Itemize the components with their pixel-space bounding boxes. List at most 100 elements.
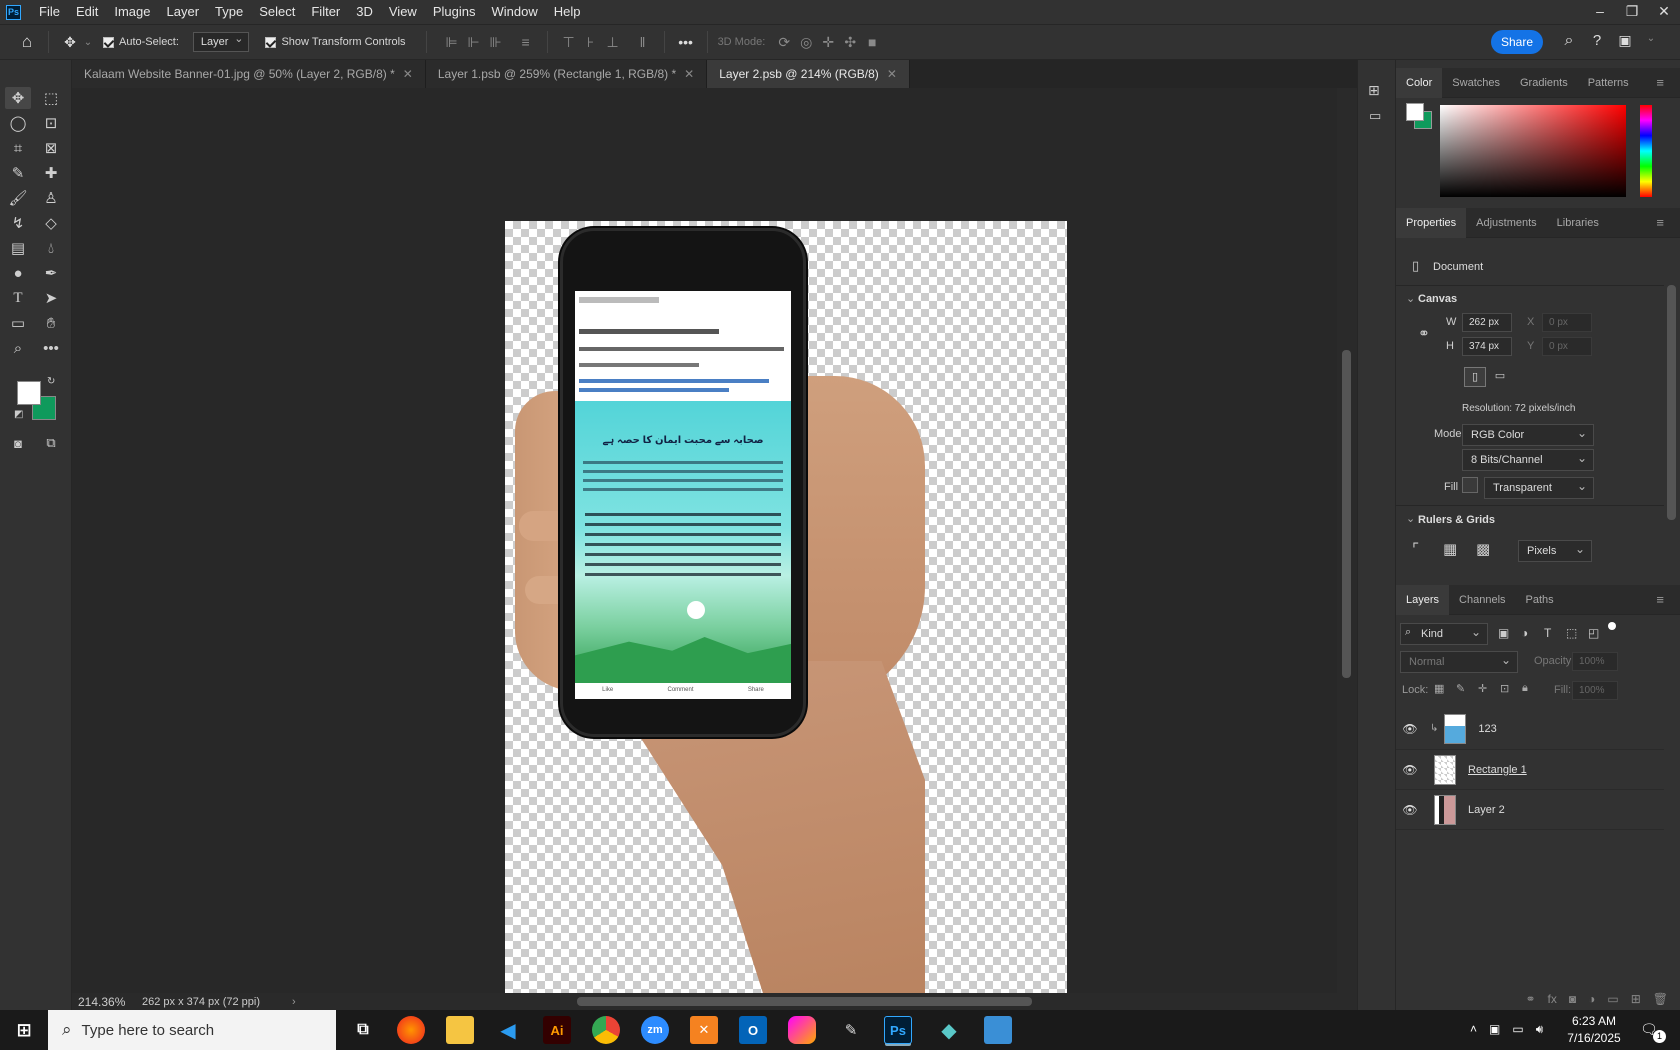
lock-pixels-icon[interactable]: ✎ — [1456, 682, 1465, 695]
horizontal-scrollbar[interactable] — [315, 993, 1357, 1010]
brush-tool-icon[interactable]: 🖌︎ — [5, 187, 31, 209]
workspace-icon[interactable]: ▣ — [1614, 32, 1636, 49]
marquee-tool-icon[interactable]: ⬚ — [38, 87, 64, 109]
menu-view[interactable]: View — [381, 0, 425, 24]
lock-artboard-icon[interactable]: ⊡ — [1500, 682, 1509, 695]
menu-plugins[interactable]: Plugins — [425, 0, 484, 24]
add-mask-icon[interactable]: ◙ — [1569, 992, 1576, 1006]
menu-edit[interactable]: Edit — [68, 0, 106, 24]
crop-tool-icon[interactable]: ⌗ — [5, 137, 31, 159]
rulers-grids-title[interactable]: Rulers & Grids — [1418, 514, 1495, 526]
delete-layer-icon[interactable]: 🗑︎ — [1653, 992, 1668, 1006]
align-top-icon[interactable]: ⊤ — [558, 34, 580, 51]
swap-colors-icon[interactable]: ↻ — [47, 376, 55, 387]
show-transform-controls-checkbox[interactable]: Show Transform Controls — [265, 36, 406, 48]
illustrator-icon[interactable]: Ai — [543, 1016, 571, 1044]
menu-select[interactable]: Select — [251, 0, 303, 24]
restore-button[interactable]: ❐ — [1616, 0, 1648, 24]
menu-layer[interactable]: Layer — [159, 0, 208, 24]
chevron-down-icon[interactable]: ⌄ — [1406, 292, 1415, 305]
chrome-icon[interactable] — [592, 1016, 620, 1044]
chevron-down-icon[interactable]: ⌄ — [1406, 512, 1415, 525]
search-icon[interactable]: ⌕ — [1558, 32, 1580, 50]
adjustment-layer-icon[interactable]: ◑ — [1588, 992, 1595, 1006]
close-button[interactable]: ✕ — [1648, 0, 1680, 24]
pen-app-icon[interactable]: ✎ — [837, 1016, 865, 1044]
visibility-eye-icon[interactable]: 👁︎ — [1396, 803, 1424, 817]
vscode-icon[interactable]: ◀ — [494, 1016, 522, 1044]
close-tab-icon[interactable]: ✕ — [403, 67, 413, 81]
width-input[interactable]: 262 px — [1462, 313, 1512, 332]
tab-patterns[interactable]: Patterns — [1578, 68, 1639, 98]
object-select-tool-icon[interactable]: ⊡ — [38, 112, 64, 134]
tab-libraries[interactable]: Libraries — [1547, 208, 1609, 238]
grid-icon[interactable]: ▦ — [1443, 540, 1457, 558]
link-layers-icon[interactable]: ⚭ — [1525, 992, 1535, 1006]
outlook-icon[interactable]: O — [739, 1016, 767, 1044]
default-colors-icon[interactable]: ◩ — [14, 409, 23, 420]
eraser-tool-icon[interactable]: ◇ — [38, 212, 64, 234]
help-icon[interactable]: ? — [1586, 32, 1608, 49]
scroll-thumb[interactable] — [577, 997, 1032, 1006]
close-tab-icon[interactable]: ✕ — [887, 67, 897, 81]
fx-icon[interactable]: fx — [1548, 992, 1557, 1006]
eyedropper-tool-icon[interactable]: ✎ — [5, 162, 31, 184]
color-picker-field[interactable] — [1440, 105, 1626, 197]
history-icon[interactable]: ⊞ — [1368, 82, 1380, 99]
file-explorer-icon[interactable] — [446, 1016, 474, 1044]
link-icon[interactable]: ⚭ — [1418, 325, 1430, 342]
panel-menu-icon[interactable]: ≡ — [1646, 208, 1674, 238]
home-icon[interactable]: ⌂ — [16, 32, 38, 52]
properties-scrollbar[interactable] — [1667, 285, 1676, 520]
lock-all-icon[interactable]: 🔒︎ — [1522, 682, 1528, 695]
tab-color[interactable]: Color — [1396, 67, 1443, 98]
layer-row-layer-2[interactable]: 👁︎ Layer 2 — [1396, 790, 1664, 830]
firefox-icon[interactable] — [397, 1016, 425, 1044]
menu-3d[interactable]: 3D — [348, 0, 381, 24]
xampp-icon[interactable]: ✕ — [690, 1016, 718, 1044]
guides-icon[interactable]: ▩ — [1476, 540, 1490, 558]
panel-menu-icon[interactable]: ≡ — [1646, 585, 1674, 615]
quick-mask-icon[interactable]: ◙ — [5, 432, 31, 454]
filter-smart-object-icon[interactable]: ◰ — [1588, 626, 1599, 640]
align-bottom-icon[interactable]: ⊥ — [602, 34, 624, 51]
auto-select-target-dropdown[interactable]: Layer — [192, 32, 250, 52]
minimize-button[interactable]: – — [1584, 0, 1616, 24]
bit-depth-dropdown[interactable]: 8 Bits/Channel — [1462, 449, 1594, 471]
lock-position-icon[interactable]: ✛ — [1478, 682, 1487, 695]
zoom-app-icon[interactable]: zm — [641, 1016, 669, 1044]
tab-paths[interactable]: Paths — [1516, 585, 1564, 615]
tab-properties[interactable]: Properties — [1396, 207, 1467, 238]
tab-swatches[interactable]: Swatches — [1442, 68, 1510, 98]
taskbar-clock[interactable]: 6:23 AM 7/16/2025 — [1563, 1013, 1625, 1047]
move-tool-icon[interactable]: ✥ — [59, 34, 81, 51]
lock-transparency-icon[interactable]: ▦ — [1434, 682, 1444, 695]
document-canvas[interactable]: صحابہ سے محبت ایمان کا حصہ ہے Like Comme… — [505, 221, 1067, 993]
zoom-level[interactable]: 214.36% — [72, 995, 142, 1009]
align-center-icon[interactable]: ⊩ — [463, 34, 485, 51]
pen-tool-icon[interactable]: ✒ — [38, 262, 64, 284]
menu-window[interactable]: Window — [483, 0, 545, 24]
filter-adjustment-icon[interactable]: ◑ — [1521, 626, 1528, 640]
layer-row-123[interactable]: 👁︎ ↳ 123 — [1396, 708, 1664, 750]
foreground-color-swatch-top[interactable] — [17, 381, 41, 405]
layer-row-rectangle-1[interactable]: 👁︎ Rectangle 1 — [1396, 750, 1664, 790]
new-layer-icon[interactable]: ⊞ — [1631, 992, 1641, 1006]
color-fg-swatch[interactable] — [1406, 103, 1424, 121]
height-input[interactable]: 374 px — [1462, 337, 1512, 356]
canvas-section-title[interactable]: Canvas — [1418, 293, 1457, 305]
blur-tool-icon[interactable]: 💧︎ — [38, 237, 64, 259]
layer-filter-dropdown[interactable]: Kind — [1400, 623, 1488, 645]
edit-toolbar-icon[interactable]: ••• — [38, 337, 64, 359]
menu-filter[interactable]: Filter — [303, 0, 348, 24]
chevron-down-icon[interactable]: ⌄ — [1644, 33, 1658, 44]
tab-layer2-psb[interactable]: Layer 2.psb @ 214% (RGB/8) ✕ — [707, 60, 910, 88]
lasso-tool-icon[interactable]: ◯ — [5, 112, 31, 134]
scroll-thumb[interactable] — [1342, 350, 1351, 678]
show-hidden-icons-icon[interactable]: ˄ — [1470, 1022, 1477, 1037]
menu-image[interactable]: Image — [106, 0, 158, 24]
comments-icon[interactable]: ▭ — [1369, 108, 1381, 124]
fill-dropdown[interactable]: Transparent — [1484, 477, 1594, 499]
tab-channels[interactable]: Channels — [1449, 585, 1515, 615]
align-middle-icon[interactable]: ⊦ — [580, 34, 602, 51]
